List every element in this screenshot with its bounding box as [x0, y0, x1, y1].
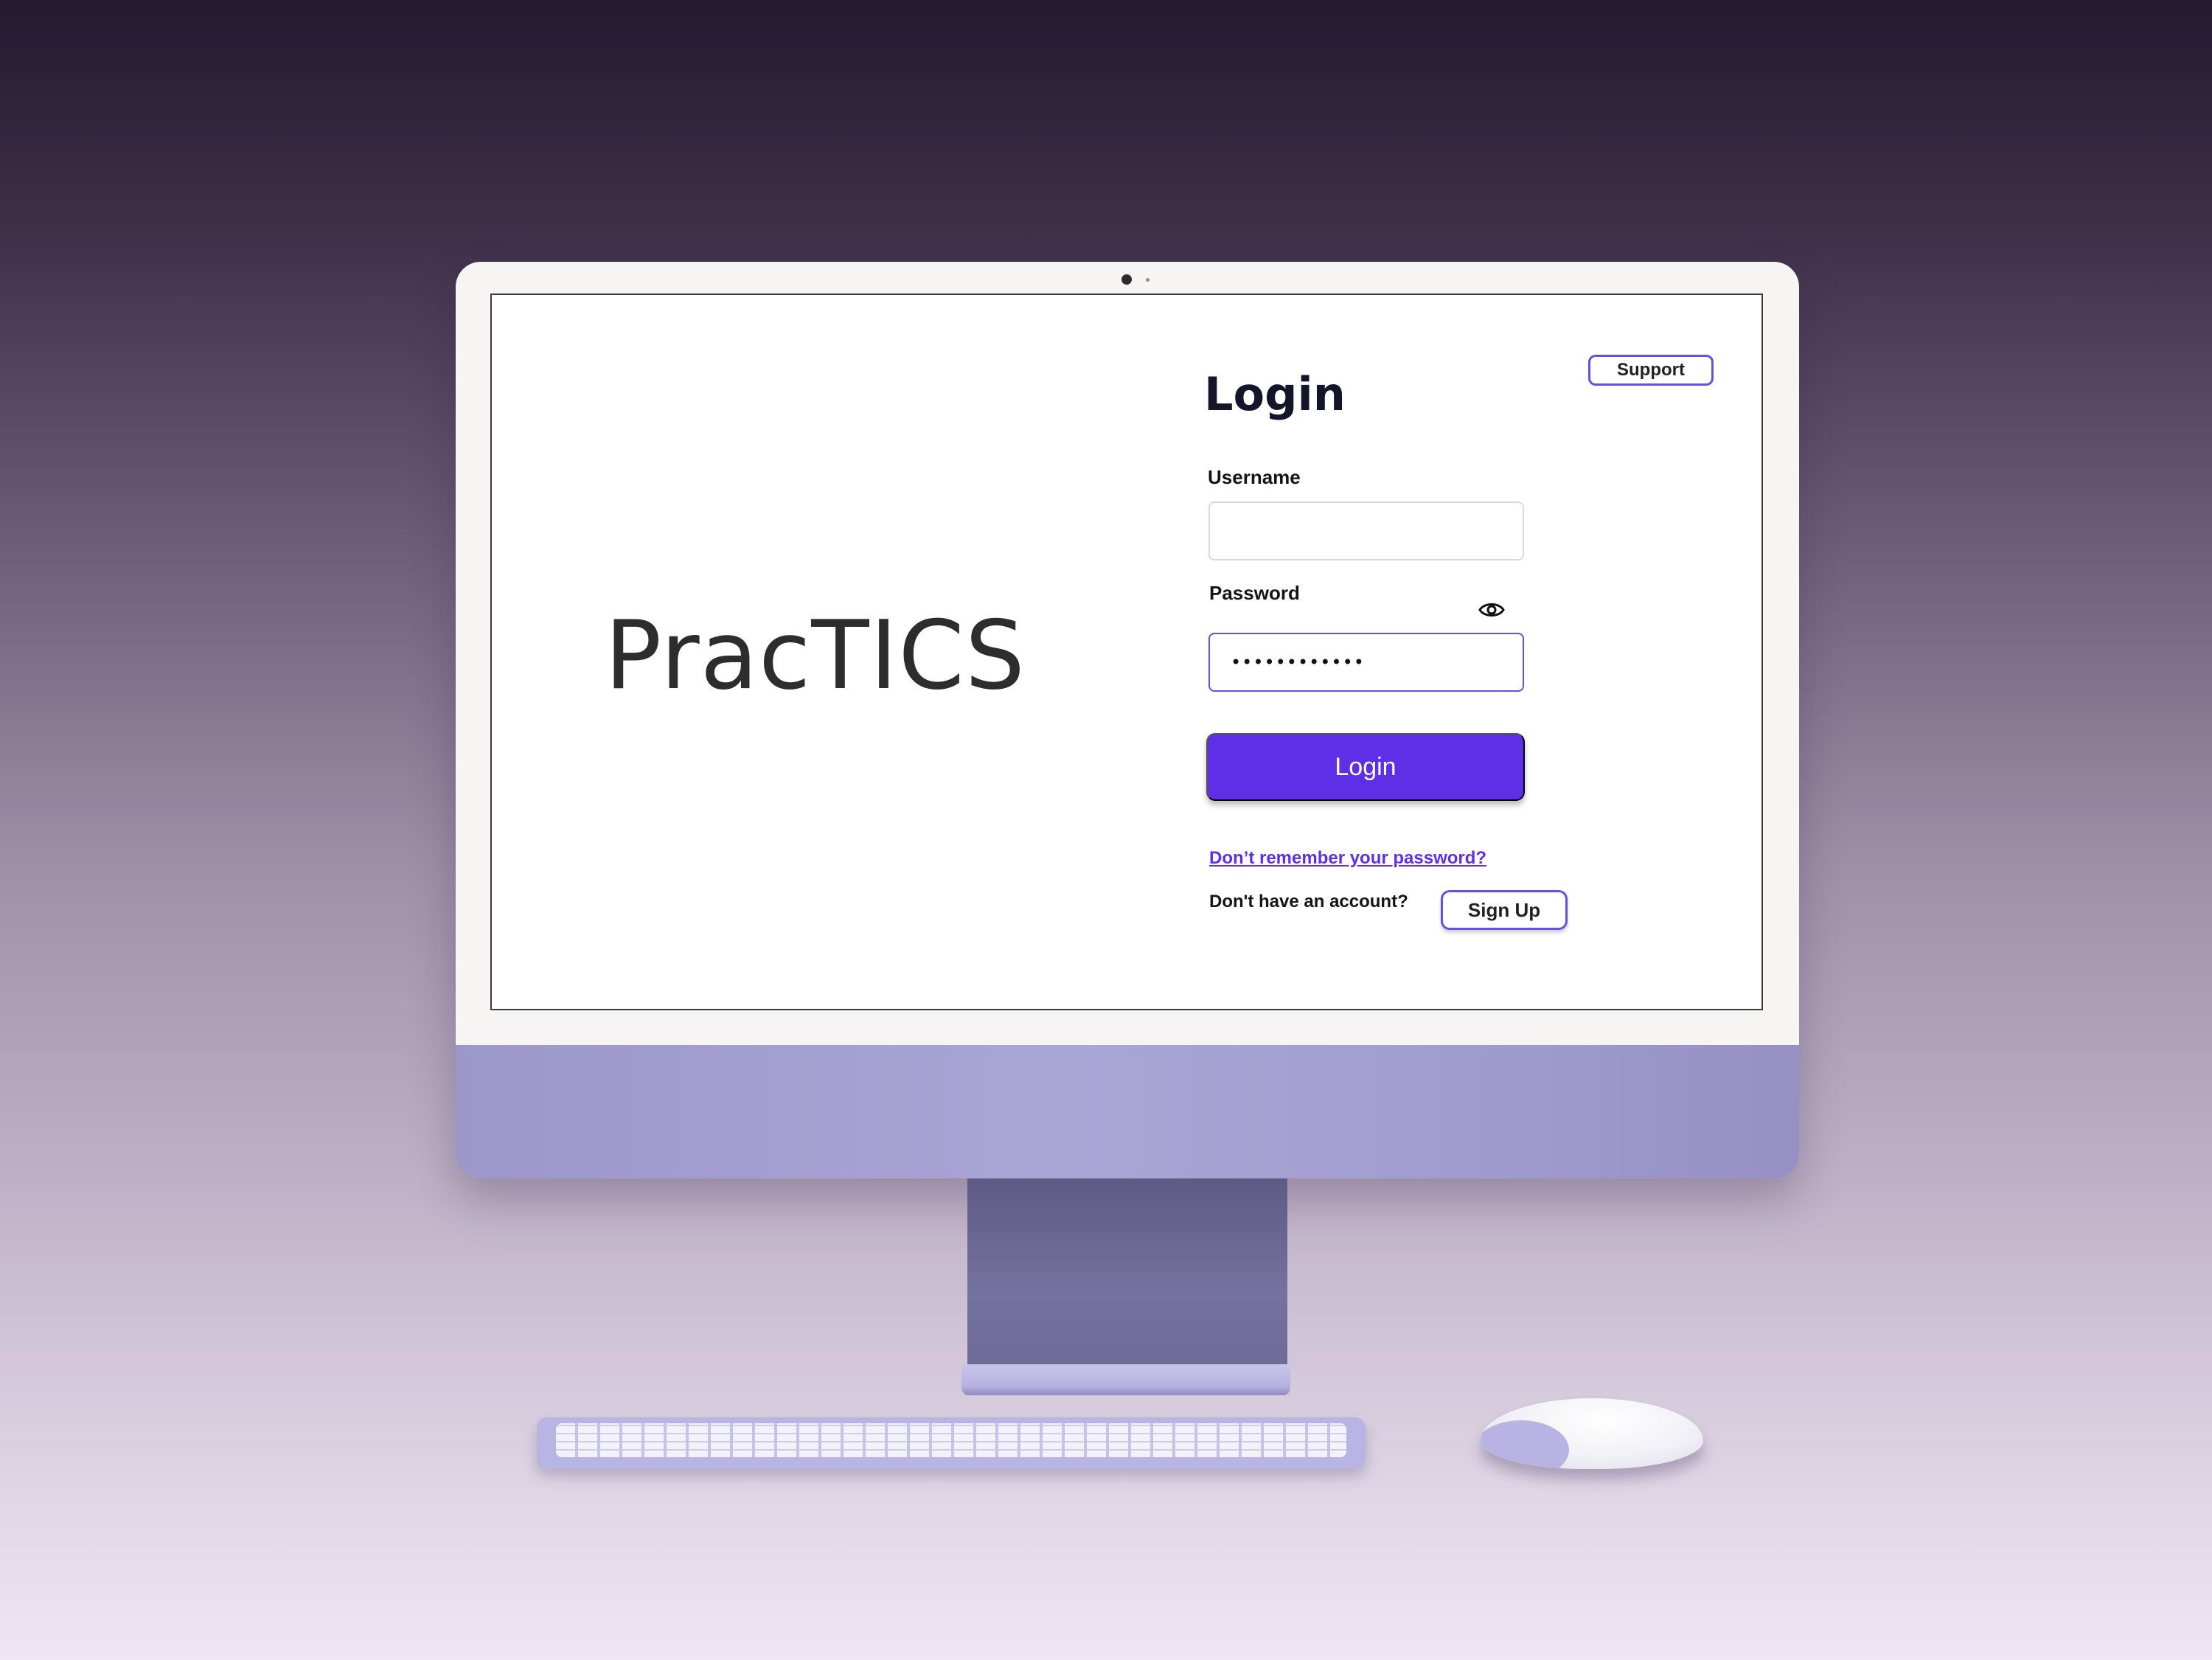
username-label: Username [1208, 466, 1301, 488]
camera-indicator-light [1146, 278, 1150, 282]
login-button[interactable]: Login [1206, 733, 1525, 801]
no-account-text: Don't have an account? [1209, 892, 1408, 911]
password-input[interactable] [1208, 633, 1524, 692]
camera-icon [1121, 274, 1132, 285]
monitor-chin [456, 1045, 1799, 1178]
signup-button[interactable]: Sign Up [1441, 890, 1568, 930]
app-logo: PracTICS [605, 601, 1026, 711]
forgot-password-link[interactable]: Don’t remember your password? [1209, 848, 1486, 869]
monitor: PracTICS Support Login Username Password… [456, 262, 1799, 1178]
monitor-stand [967, 1178, 1287, 1370]
mouse [1481, 1398, 1703, 1469]
keyboard-keys [556, 1423, 1346, 1457]
keyboard [537, 1417, 1366, 1469]
screen: PracTICS Support Login Username Password… [490, 294, 1763, 1010]
password-label: Password [1209, 582, 1300, 604]
monitor-bezel: PracTICS Support Login Username Password… [456, 262, 1799, 1045]
eye-icon[interactable] [1478, 600, 1505, 619]
login-title: Login [1204, 367, 1346, 421]
username-input[interactable] [1208, 501, 1524, 560]
support-button[interactable]: Support [1588, 355, 1714, 386]
monitor-stand-base [961, 1364, 1290, 1395]
